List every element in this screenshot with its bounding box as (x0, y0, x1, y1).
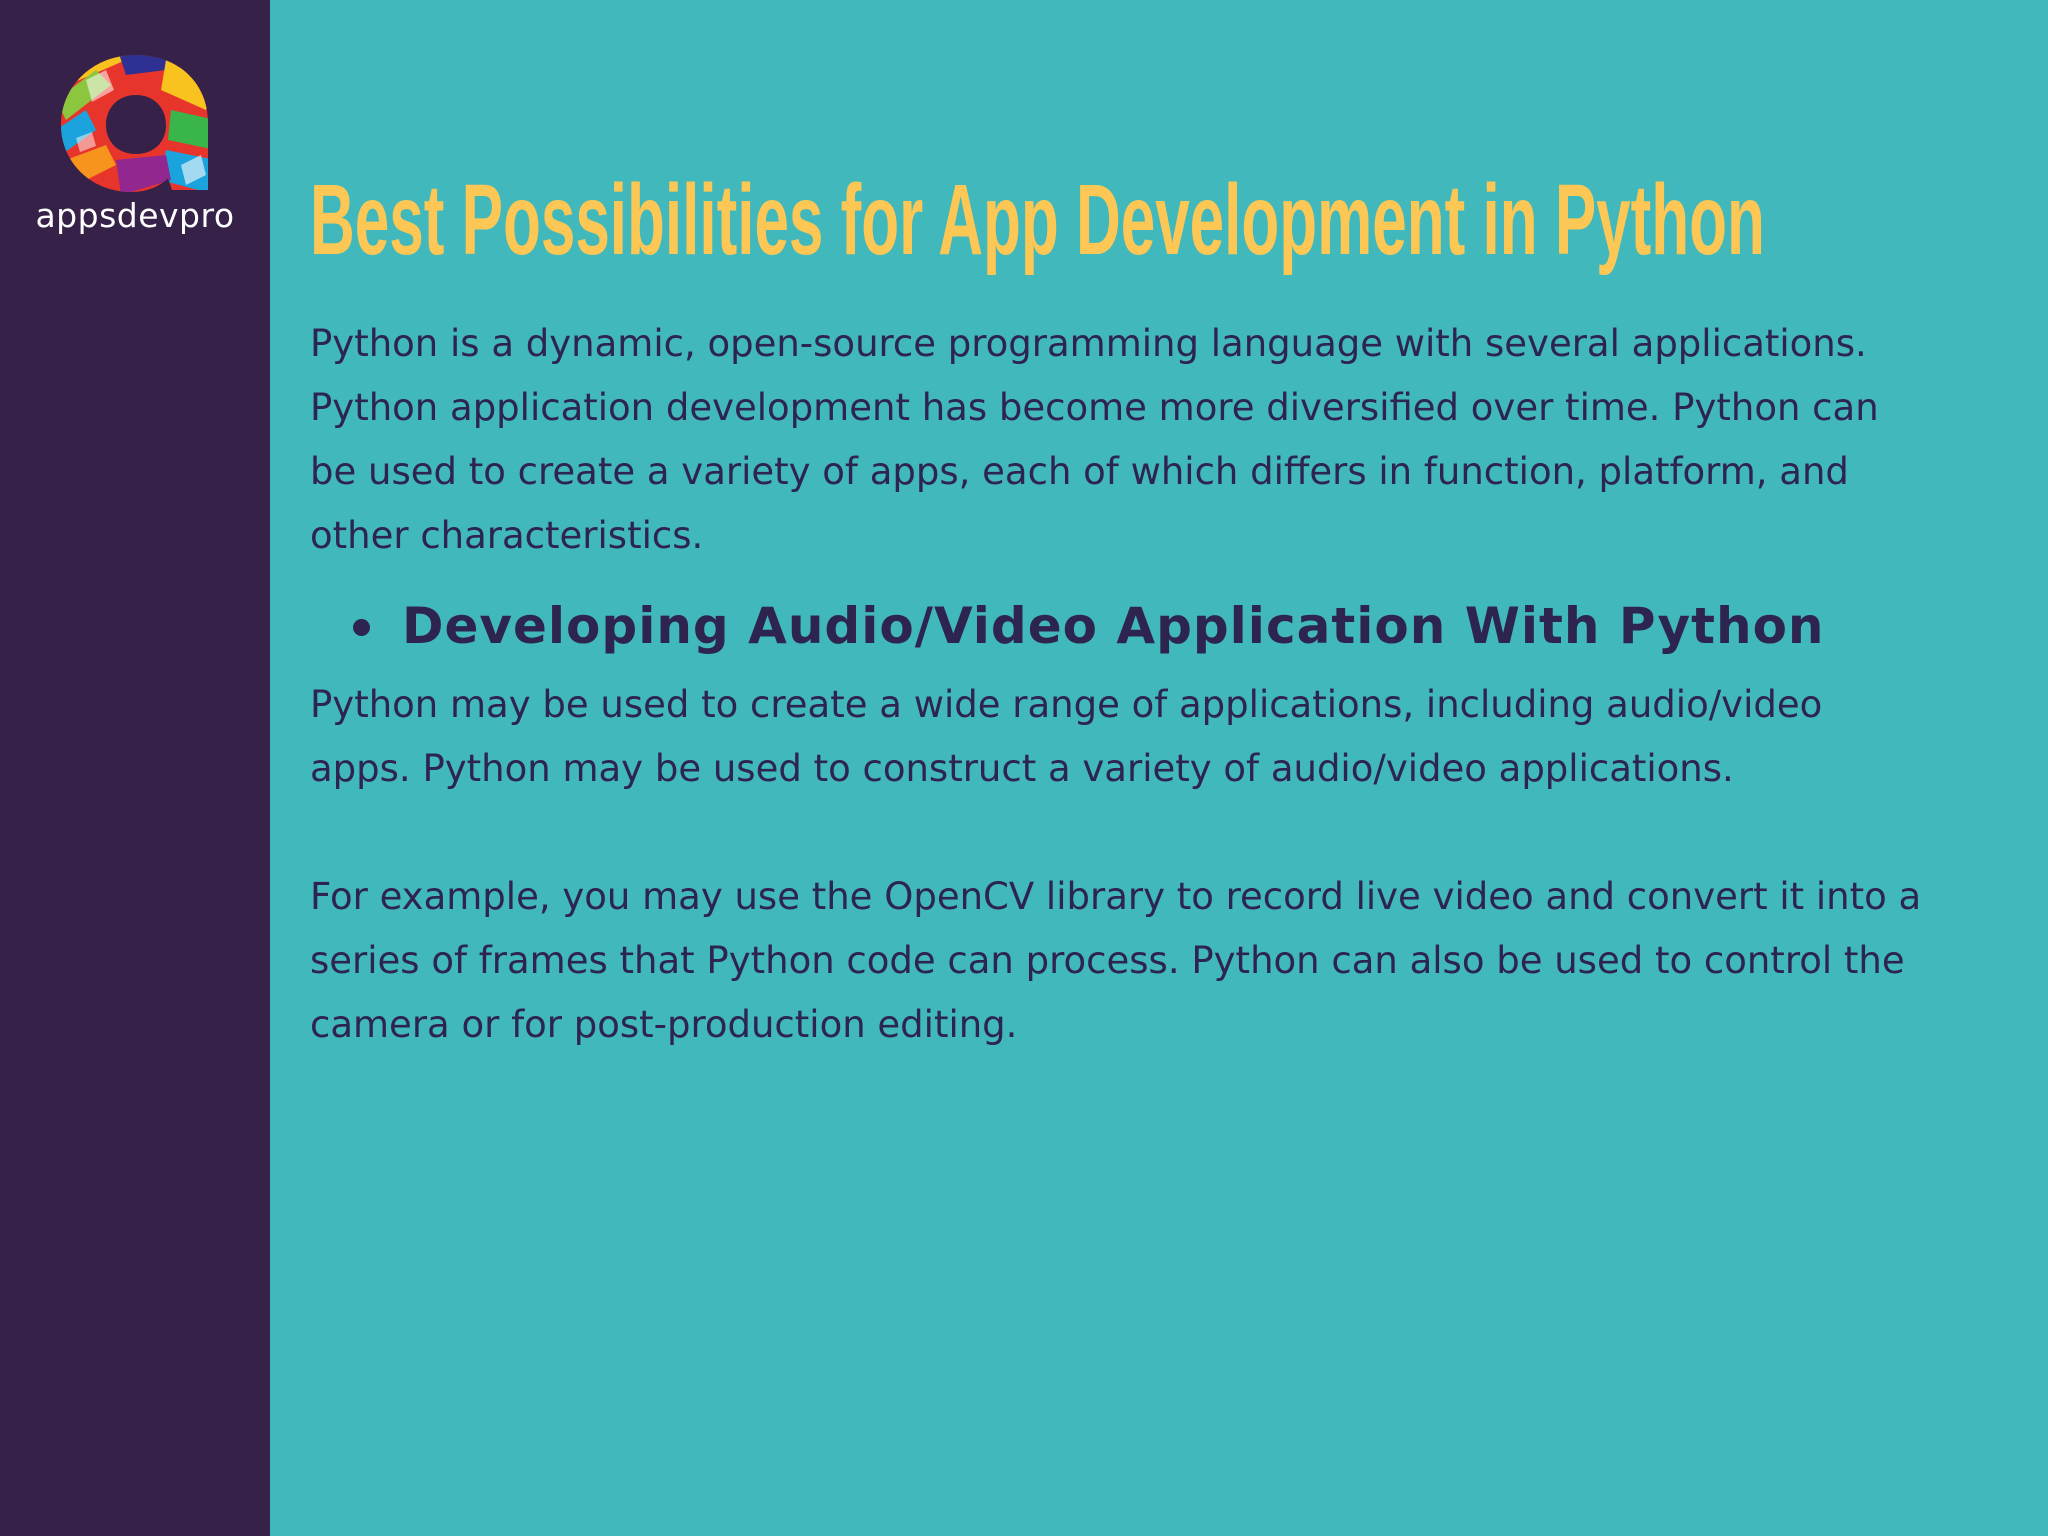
intro-paragraph: Python is a dynamic, open-source program… (310, 322, 1879, 557)
appsdevpro-logo-icon (61, 55, 208, 192)
bullet-list-item: Developing Audio/Video Application With … (310, 585, 1930, 665)
opencv-example-paragraph: For example, you may use the OpenCV libr… (310, 875, 1922, 1046)
slide-title: Best Possibilities for App Development i… (310, 164, 1765, 276)
bullet-heading: Developing Audio/Video Application With … (402, 597, 1825, 655)
bullet-dot-icon (353, 619, 370, 636)
audio-video-paragraph: Python may be used to create a wide rang… (310, 683, 1823, 790)
brand-name: appsdevpro (35, 196, 235, 235)
sidebar: appsdevpro (0, 0, 270, 1536)
